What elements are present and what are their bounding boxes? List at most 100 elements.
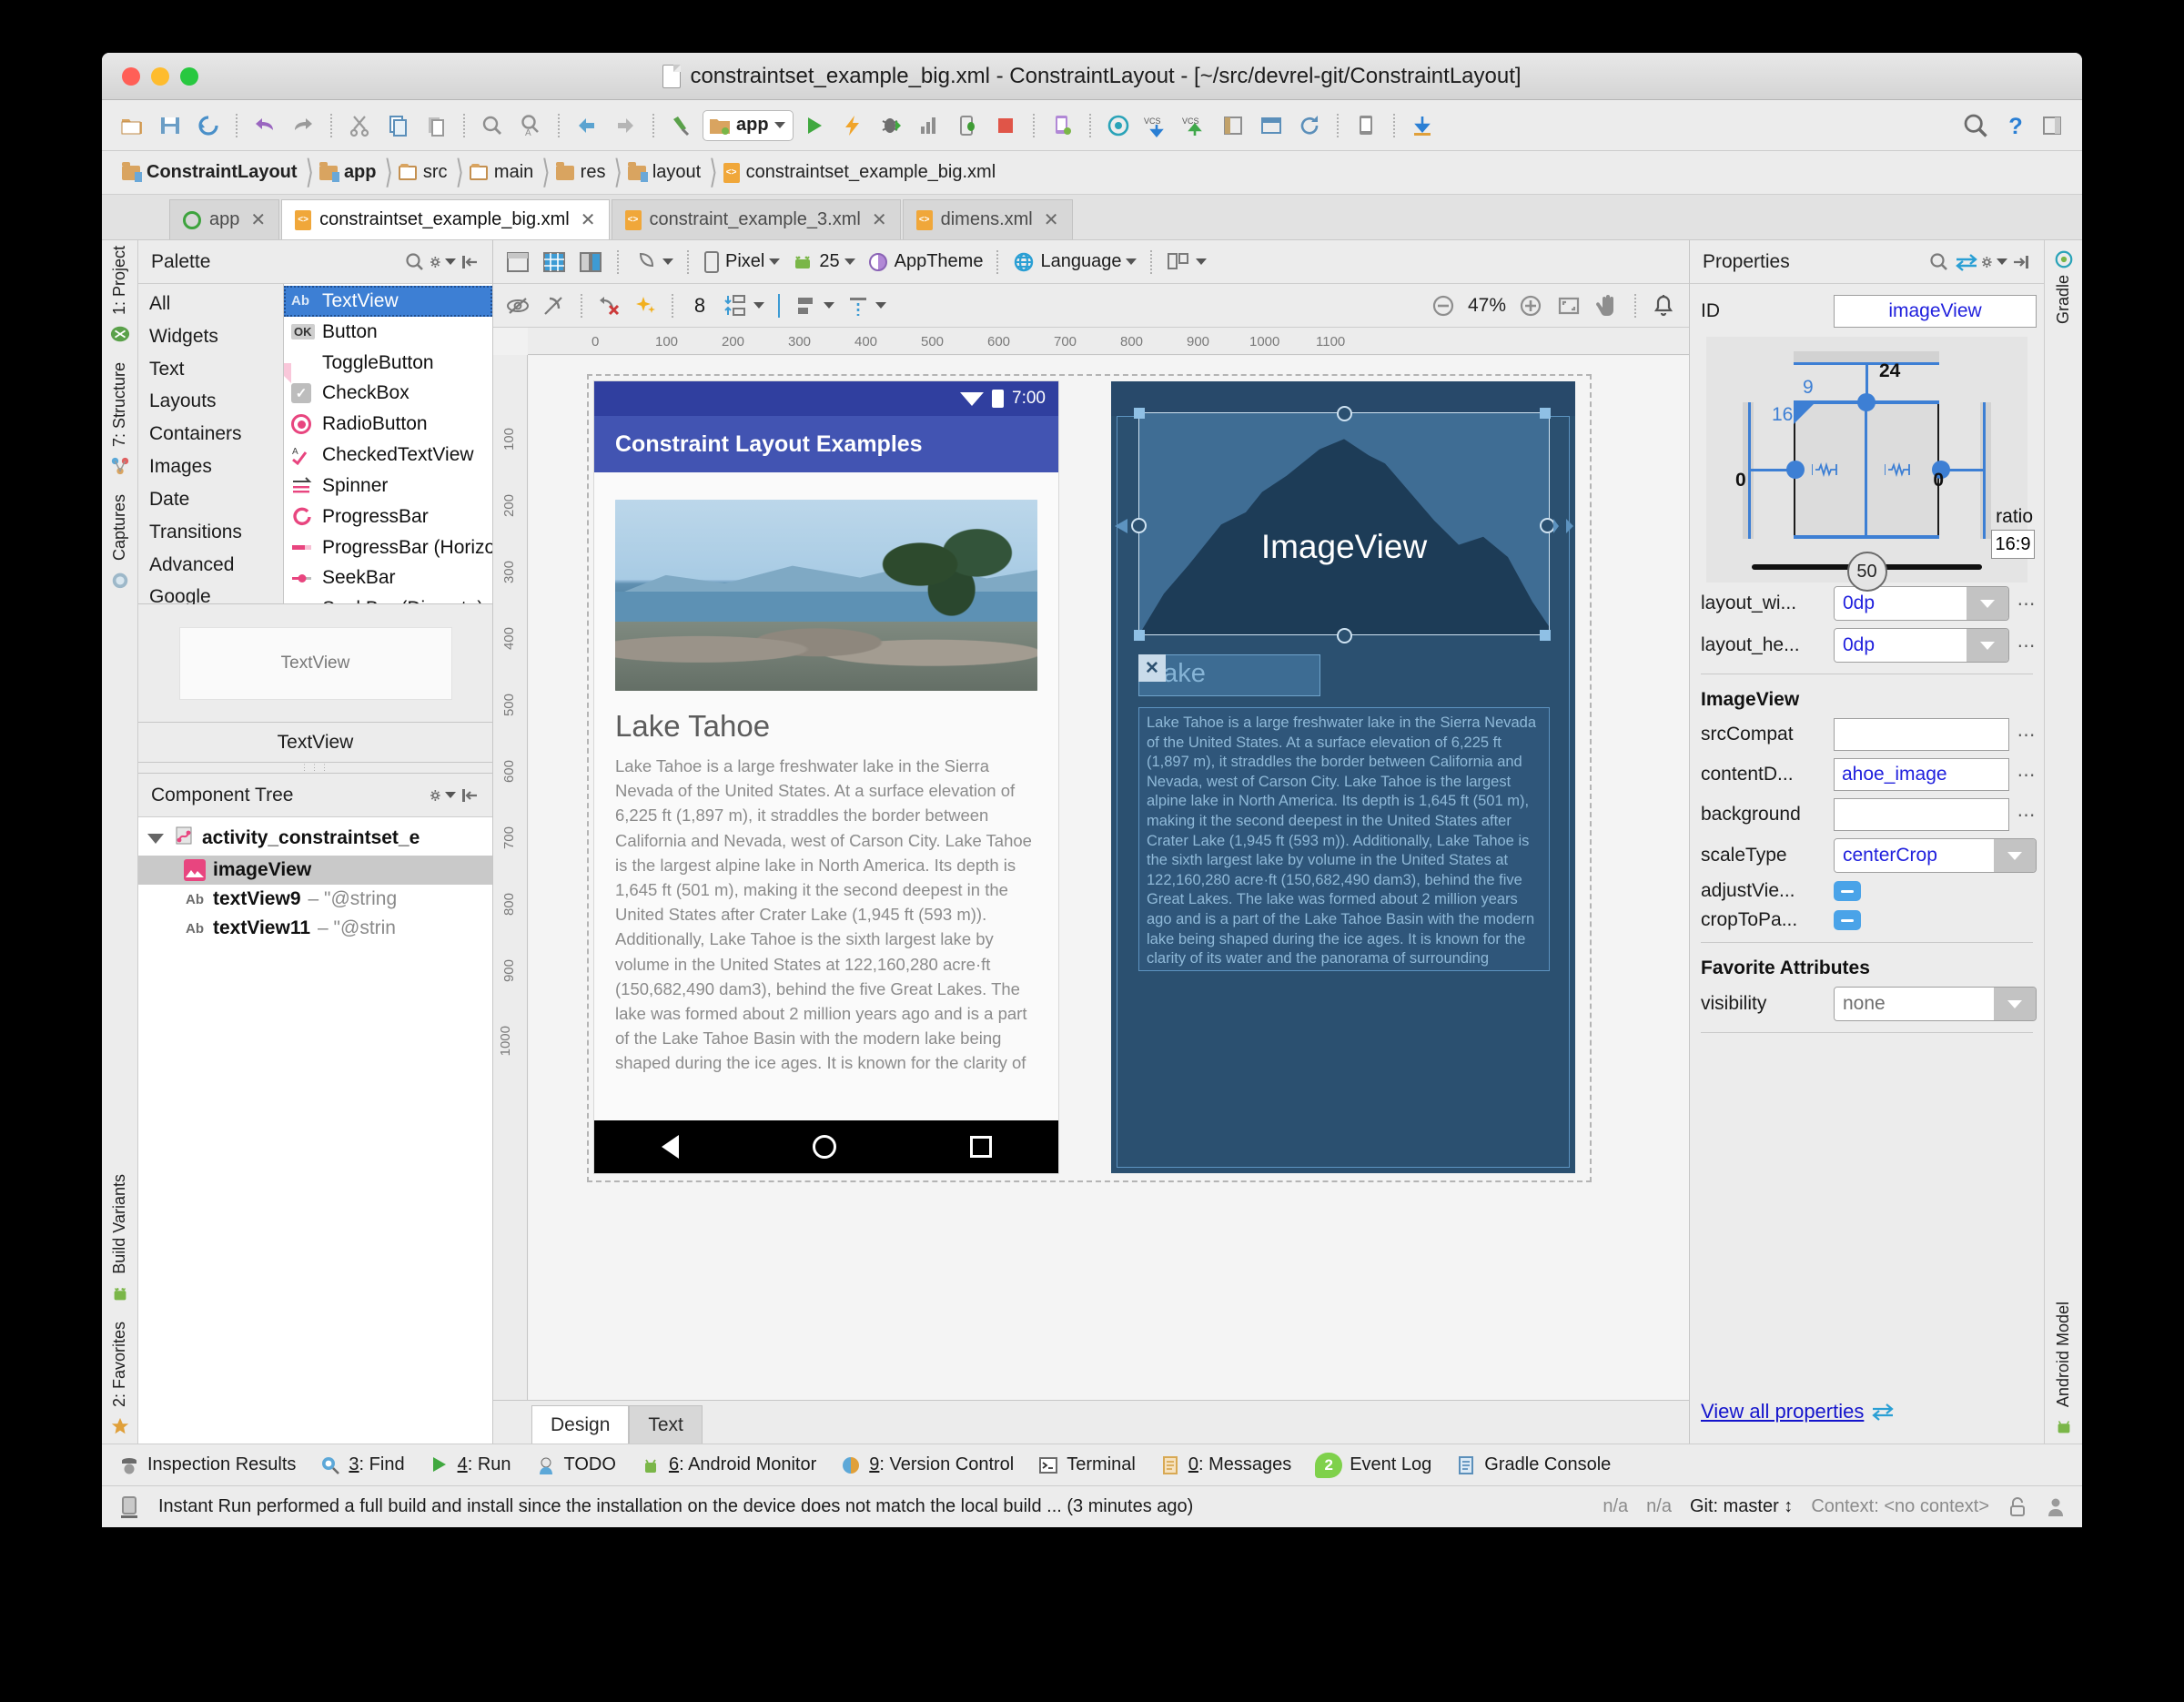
window-controls[interactable]: [122, 67, 198, 86]
close-icon[interactable]: ✕: [250, 208, 266, 231]
palette-item-checkedtextview[interactable]: A CheckedTextView: [284, 440, 492, 471]
palette-item-progressbar[interactable]: ProgressBar: [284, 501, 492, 532]
close-icon[interactable]: ✕: [872, 208, 887, 231]
redo-icon[interactable]: [286, 108, 320, 143]
zoom-fit-icon[interactable]: [1551, 289, 1587, 323]
palette-category-containers[interactable]: Containers: [138, 418, 283, 451]
blueprint-body-box[interactable]: Lake Tahoe is a large freshwater lake in…: [1138, 707, 1550, 971]
infer-constraints-icon[interactable]: [628, 289, 662, 323]
palette-item-seekbar[interactable]: SeekBar: [284, 562, 492, 593]
branch-indicator[interactable]: Git: master ↕: [1690, 1496, 1793, 1517]
download-icon[interactable]: [1405, 108, 1440, 143]
lake-photo[interactable]: [615, 500, 1037, 691]
constraint-anchor-top[interactable]: [1337, 406, 1352, 421]
tab-design[interactable]: Design: [531, 1405, 629, 1444]
zoom-button[interactable]: [180, 67, 198, 86]
breadcrumb-item-main[interactable]: main⟩: [470, 159, 556, 186]
undo-icon[interactable]: [248, 108, 282, 143]
minimize-button[interactable]: [151, 67, 169, 86]
pack-icon[interactable]: [719, 289, 769, 323]
swap-icon[interactable]: [1953, 248, 1980, 276]
collapse-icon[interactable]: [456, 782, 483, 809]
both-mode-icon[interactable]: [573, 245, 608, 279]
breadcrumb-item-src[interactable]: src⟩: [399, 159, 470, 186]
gear-icon[interactable]: [429, 782, 456, 809]
sidebar-item-gradle[interactable]: Gradle: [2054, 275, 2073, 324]
show-constraints-icon[interactable]: [500, 289, 535, 323]
more-options-icon[interactable]: ⋯: [2017, 593, 2037, 615]
palette-item-seekbar-discrete[interactable]: SeekBar (Discrete): [284, 593, 492, 603]
tool-window-todo[interactable]: TODO: [535, 1454, 616, 1476]
sidebar-item-captures[interactable]: Captures: [110, 494, 129, 561]
sdk-manager-icon[interactable]: [1101, 108, 1136, 143]
copy-icon[interactable]: [380, 108, 415, 143]
reload-icon[interactable]: [1292, 108, 1327, 143]
collapse-icon[interactable]: [2007, 248, 2035, 276]
tree-row-textview11[interactable]: Ab textView11 – "@strin: [138, 914, 492, 943]
cut-icon[interactable]: [342, 108, 377, 143]
view-all-properties-link[interactable]: View all properties: [1690, 1400, 2044, 1423]
debug-icon[interactable]: [874, 108, 908, 143]
palette-category-widgets[interactable]: Widgets: [138, 320, 283, 353]
delete-constraint-icon[interactable]: ✕: [1138, 654, 1166, 682]
apply-changes-icon[interactable]: [835, 108, 870, 143]
layout-width-combo[interactable]: 0dp: [1834, 586, 2009, 621]
breadcrumb-item-constraintlayout[interactable]: ConstraintLayout⟩: [122, 159, 319, 186]
forward-icon[interactable]: [608, 108, 642, 143]
palette-item-radiobutton[interactable]: RadioButton: [284, 409, 492, 440]
back-triangle-icon[interactable]: [662, 1135, 679, 1159]
search-everywhere-icon[interactable]: [1958, 108, 1993, 143]
attach-debugger-icon[interactable]: [950, 108, 985, 143]
more-options-icon[interactable]: ⋯: [2017, 764, 2037, 786]
close-button[interactable]: [122, 67, 140, 86]
guidelines-icon[interactable]: [841, 289, 891, 323]
align-icon[interactable]: [789, 289, 839, 323]
scaletype-combo[interactable]: centerCrop: [1834, 838, 2037, 873]
palette-category-layouts[interactable]: Layouts: [138, 385, 283, 418]
tool-window-terminal[interactable]: Terminal: [1037, 1454, 1136, 1476]
palette-item-togglebutton[interactable]: ToggleButton: [284, 348, 492, 379]
tool-window-gradle-console[interactable]: Gradle Console: [1455, 1454, 1611, 1476]
tree-row-root[interactable]: activity_constraintset_e: [138, 821, 492, 856]
design-mode-icon[interactable]: [500, 245, 535, 279]
more-options-icon[interactable]: ⋯: [2017, 804, 2037, 826]
blueprint-mode-icon[interactable]: [537, 245, 571, 279]
editor-tab-app[interactable]: app ✕: [169, 199, 279, 239]
vcs-commit-icon[interactable]: VCS: [1178, 108, 1212, 143]
close-icon[interactable]: ✕: [1044, 208, 1059, 231]
design-canvas[interactable]: 7:00 Constraint Layout Examples Lake Tah…: [529, 356, 1689, 1400]
blueprint-heading-box[interactable]: Lake: [1138, 654, 1320, 696]
srccompat-input[interactable]: [1834, 718, 2009, 751]
sidebar-item-favorites[interactable]: 2: Favorites: [110, 1322, 129, 1407]
ratio-value[interactable]: 16:9: [1991, 530, 2035, 559]
vcs-update-icon[interactable]: VCS: [1139, 108, 1174, 143]
constraint-widget[interactable]: 24 9 16 0 0 ratio 16:: [1706, 337, 2027, 583]
palette-category-images[interactable]: Images: [138, 451, 283, 483]
android-device-icon[interactable]: [1349, 108, 1383, 143]
tab-text[interactable]: Text: [629, 1405, 703, 1444]
tool-window-version-control[interactable]: 9: Version Control: [840, 1454, 1014, 1476]
tool-window-android-monitor[interactable]: 6: Android Monitor: [640, 1454, 816, 1476]
background-input[interactable]: [1834, 798, 2009, 831]
project-structure-icon[interactable]: [1216, 108, 1250, 143]
palette-item-button[interactable]: OK Button: [284, 317, 492, 348]
palette-item-spinner[interactable]: Spinner: [284, 471, 492, 501]
tool-window-find[interactable]: 3: Find: [319, 1454, 404, 1476]
palette-category-transitions[interactable]: Transitions: [138, 516, 283, 549]
gear-icon[interactable]: [1980, 248, 2007, 276]
layout-inspector-icon[interactable]: [1254, 108, 1289, 143]
tool-window-inspection-results[interactable]: Inspection Results: [118, 1454, 296, 1476]
tool-window-event-log[interactable]: 2 Event Log: [1315, 1453, 1431, 1478]
layout-height-combo[interactable]: 0dp: [1834, 628, 2009, 663]
contentdescription-input[interactable]: ahoe_image: [1834, 758, 2009, 791]
device-preview[interactable]: 7:00 Constraint Layout Examples Lake Tah…: [594, 381, 1058, 1173]
adjustviewbounds-toggle[interactable]: [1834, 881, 1861, 901]
splitter-handle[interactable]: ⋮⋮⋮: [138, 763, 492, 774]
blueprint-preview[interactable]: 24 ImageView: [1111, 381, 1575, 1173]
croptopadding-toggle[interactable]: [1834, 910, 1861, 930]
resize-handle-br[interactable]: [1540, 630, 1551, 641]
id-input[interactable]: imageView: [1834, 295, 2037, 328]
recents-square-icon[interactable]: [970, 1136, 992, 1158]
stop-icon[interactable]: [988, 108, 1023, 143]
visibility-combo[interactable]: none: [1834, 987, 2037, 1021]
